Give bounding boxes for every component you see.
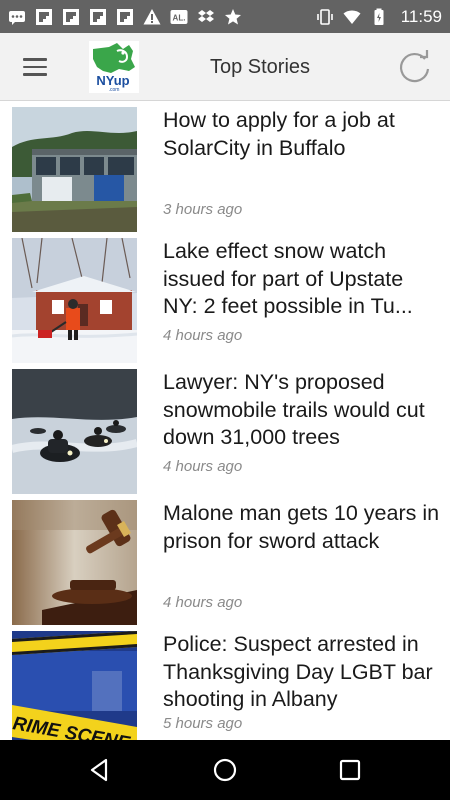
- star-icon: [224, 8, 242, 26]
- back-button[interactable]: [76, 750, 124, 790]
- flipboard-icon: [116, 8, 134, 26]
- menu-icon-bar: [23, 73, 47, 76]
- flipboard-icon: [35, 8, 53, 26]
- notification-icons: AL.: [8, 8, 242, 26]
- story-headline: Lake effect snow watch issued for part o…: [163, 239, 413, 318]
- vibrate-icon: [316, 8, 334, 26]
- story-list[interactable]: How to apply for a job at SolarCity in B…: [0, 102, 450, 740]
- story-thumbnail: [12, 369, 137, 494]
- warning-icon: [143, 8, 161, 26]
- story-text: How to apply for a job at SolarCity in B…: [163, 107, 443, 227]
- back-icon: [90, 758, 108, 782]
- message-icon: [8, 8, 26, 26]
- menu-icon-bar: [23, 65, 47, 69]
- story-item[interactable]: RIME SCENE Police: Suspect arrested in T…: [0, 626, 450, 740]
- battery-icon: [370, 8, 388, 26]
- logo-suffix: .com: [109, 87, 120, 93]
- story-thumbnail: [12, 238, 137, 363]
- story-headline: Malone man gets 10 years in prison for s…: [163, 501, 440, 553]
- wifi-icon: [343, 8, 361, 26]
- hamburger-menu-button[interactable]: [14, 49, 56, 85]
- home-icon: [213, 758, 237, 782]
- svg-text:AL.: AL.: [173, 13, 186, 22]
- recents-button[interactable]: [326, 750, 374, 790]
- story-item[interactable]: Lawyer: NY's proposed snowmobile trails …: [0, 364, 450, 495]
- status-bar: AL. 11:59: [0, 0, 450, 33]
- status-clock: 11:59: [400, 6, 442, 26]
- story-text: Lawyer: NY's proposed snowmobile trails …: [163, 369, 443, 489]
- story-thumbnail: [12, 500, 137, 625]
- story-thumbnail: [12, 107, 137, 232]
- al-icon: AL.: [170, 8, 188, 26]
- story-time: 4 hours ago: [163, 458, 243, 475]
- recents-icon: [339, 759, 361, 781]
- story-item[interactable]: Malone man gets 10 years in prison for s…: [0, 495, 450, 626]
- story-item[interactable]: Lake effect snow watch issued for part o…: [0, 233, 450, 364]
- dropbox-icon: [197, 8, 215, 26]
- logo-text: NYup: [96, 73, 129, 88]
- story-time: 5 hours ago: [163, 715, 243, 732]
- system-nav-bar: [0, 740, 450, 800]
- app-bar: NYup .com Top Stories: [0, 33, 450, 101]
- refresh-icon: [399, 50, 430, 83]
- story-text: Malone man gets 10 years in prison for s…: [163, 500, 443, 620]
- page-title: Top Stories: [209, 56, 311, 78]
- menu-icon-bar: [23, 58, 47, 61]
- nyup-logo[interactable]: NYup .com: [89, 41, 139, 93]
- system-icons: 11:59: [316, 7, 442, 27]
- story-thumbnail: RIME SCENE: [12, 631, 137, 740]
- flipboard-icon: [62, 8, 80, 26]
- story-headline: Lawyer: NY's proposed snowmobile trails …: [163, 370, 425, 449]
- flipboard-icon: [89, 8, 107, 26]
- story-headline: Police: Suspect arrested in Thanksgiving…: [163, 632, 433, 711]
- story-time: 4 hours ago: [163, 327, 243, 344]
- refresh-button[interactable]: [394, 47, 434, 87]
- story-text: Police: Suspect arrested in Thanksgiving…: [163, 631, 443, 740]
- story-time: 4 hours ago: [163, 594, 243, 611]
- story-headline: How to apply for a job at SolarCity in B…: [163, 108, 395, 160]
- home-button[interactable]: [201, 750, 249, 790]
- story-text: Lake effect snow watch issued for part o…: [163, 238, 443, 358]
- story-item[interactable]: How to apply for a job at SolarCity in B…: [0, 102, 450, 233]
- story-time: 3 hours ago: [163, 201, 243, 218]
